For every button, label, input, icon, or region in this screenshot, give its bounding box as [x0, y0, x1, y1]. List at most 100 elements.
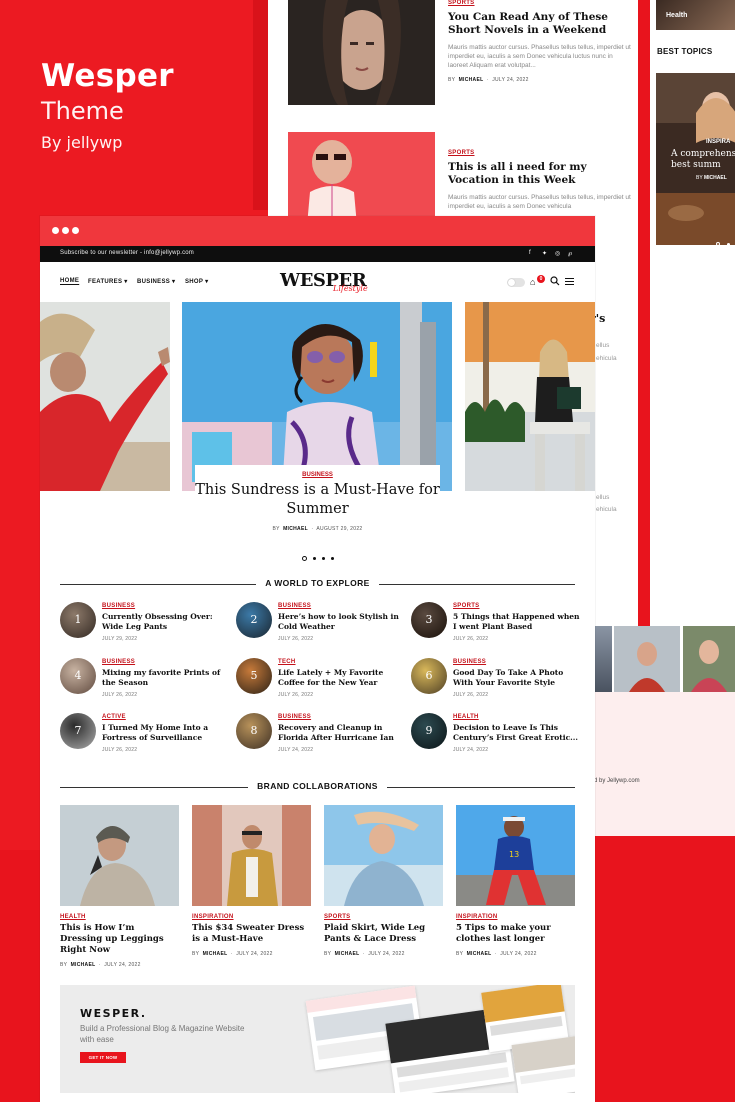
post-title[interactable]: This is all i need for my Vocation in th…: [448, 161, 633, 187]
slider-dots[interactable]: [302, 547, 340, 565]
sidebar-heading: BEST TOPICS: [657, 47, 713, 56]
get-it-now-button[interactable]: GET IT NOW: [80, 1052, 126, 1063]
explore-item-image[interactable]: 1: [60, 602, 96, 638]
explore-item-category[interactable]: BUSINESS: [102, 659, 232, 665]
brand-card-category[interactable]: INSPIRATION: [456, 914, 575, 920]
post-category[interactable]: SPORTS: [448, 150, 633, 156]
explore-item-title[interactable]: Good Day To Take A Photo With Your Favor…: [453, 668, 583, 688]
post-title[interactable]: You Can Read Any of These Short Novels i…: [448, 11, 633, 37]
explore-item[interactable]: 2 BUSINESS Here’s how to look Stylish in C…: [236, 602, 406, 642]
instagram-tile[interactable]: [614, 626, 680, 692]
slider-dot[interactable]: [302, 556, 307, 561]
window-dot-icon[interactable]: [52, 227, 59, 234]
explore-item-title[interactable]: Decision to Leave Is This Century’s Firs…: [453, 723, 583, 743]
explore-item-image[interactable]: 7: [60, 713, 96, 749]
nav-item-features[interactable]: FEATURES ▾: [88, 278, 128, 285]
explore-item[interactable]: 9 HEALTH Decision to Leave Is This Century…: [411, 713, 581, 753]
brand-card-category[interactable]: SPORTS: [324, 914, 443, 920]
brand-card-image[interactable]: [60, 805, 179, 906]
brand-card-image[interactable]: 13: [456, 805, 575, 906]
menu-icon[interactable]: [565, 278, 574, 287]
twitter-icon[interactable]: ✦: [542, 250, 547, 257]
newsletter-text[interactable]: Subscribe to our newsletter - info@jelly…: [60, 250, 194, 256]
sidebar-tag-label[interactable]: Health: [666, 12, 687, 19]
explore-item[interactable]: 4 BUSINESS Mixing my favorite Prints of th…: [60, 658, 230, 698]
sidebar-feature-title[interactable]: A comprehens the best summ: [671, 149, 735, 171]
explore-item-text: BUSINESS Good Day To Take A Photo With Yo…: [453, 659, 583, 698]
explore-item[interactable]: 8 BUSINESS Recovery and Cleanup in Florida…: [236, 713, 406, 753]
explore-item-image[interactable]: 3: [411, 602, 447, 638]
back-post-image[interactable]: [288, 0, 435, 105]
sidebar-feature-category[interactable]: INSPIRA: [706, 139, 730, 145]
brand-card-category[interactable]: INSPIRATION: [192, 914, 311, 920]
hero-category[interactable]: BUSINESS: [195, 465, 440, 478]
facebook-icon[interactable]: f: [529, 250, 531, 256]
explore-item-image[interactable]: 4: [60, 658, 96, 694]
site-logo-swash: Lifestyle: [333, 284, 368, 293]
sidebar-feature-dots[interactable]: [716, 233, 731, 245]
explore-item-title[interactable]: Mixing my favorite Prints of the Season: [102, 668, 232, 688]
brand-card-image[interactable]: [324, 805, 443, 906]
brand-card-title[interactable]: This is How I’m Dressing up Leggings Rig…: [60, 923, 179, 956]
brand-card-title[interactable]: 5 Tips to make your clothes last longer: [456, 923, 575, 945]
sidebar-feature-byline: BY MICHAEL: [696, 175, 727, 181]
explore-item-category[interactable]: BUSINESS: [102, 603, 232, 609]
brand-card-title[interactable]: This $34 Sweater Dress is a Must-Have: [192, 923, 311, 945]
pinterest-icon[interactable]: ℘: [568, 250, 572, 257]
explore-item-title[interactable]: Here’s how to look Stylish in Cold Weath…: [278, 612, 408, 632]
hero-slide-active[interactable]: [182, 302, 452, 491]
slider-dot[interactable]: [322, 557, 325, 560]
slider-dot[interactable]: [331, 557, 334, 560]
instagram-tile[interactable]: [594, 626, 612, 692]
hero-slide-prev[interactable]: [40, 302, 170, 491]
window-dot-icon[interactable]: [72, 227, 79, 234]
explore-item[interactable]: 1 BUSINESS Currently Obsessing Over: Wide …: [60, 602, 230, 642]
brand-card[interactable]: INSPIRATION This $34 Sweater Dress is a …: [192, 805, 311, 957]
window-dot-icon[interactable]: [62, 227, 69, 234]
search-icon[interactable]: [550, 276, 560, 286]
explore-item-image[interactable]: 5: [236, 658, 272, 694]
post-category[interactable]: SPORTS: [448, 0, 633, 6]
explore-item-image[interactable]: 6: [411, 658, 447, 694]
brand-card-title[interactable]: Plaid Skirt, Wide Leg Pants & Lace Dress: [324, 923, 443, 945]
brand-card-image[interactable]: [192, 805, 311, 906]
nav-item-home[interactable]: HOME: [60, 278, 79, 284]
instagram-icon[interactable]: ◎: [555, 250, 560, 257]
explore-item-image[interactable]: 2: [236, 602, 272, 638]
explore-item-date: JULY 26, 2022: [102, 747, 138, 753]
explore-item-category[interactable]: BUSINESS: [453, 659, 583, 665]
brand-card[interactable]: SPORTS Plaid Skirt, Wide Leg Pants & Lac…: [324, 805, 443, 957]
explore-item-category[interactable]: BUSINESS: [278, 714, 408, 720]
sidebar-feature-card[interactable]: INSPIRA A comprehens the best summ BY MI…: [656, 73, 735, 245]
brand-card-category[interactable]: HEALTH: [60, 914, 179, 920]
instagram-tile[interactable]: [683, 626, 735, 692]
back-fragment-text: ellus: [596, 342, 610, 349]
explore-item-image[interactable]: 8: [236, 713, 272, 749]
promo-logo: WESPER.: [80, 1007, 147, 1020]
explore-item[interactable]: 3 SPORTS 5 Things that Happened when I wen…: [411, 602, 581, 642]
nav-item-business[interactable]: BUSINESS ▾: [137, 278, 175, 285]
cart-icon[interactable]: ⌂: [530, 277, 535, 287]
hero-slide-next[interactable]: [465, 302, 595, 491]
brand-card[interactable]: 13 INSPIRATION 5 Tips to make your cloth…: [456, 805, 575, 957]
explore-item-image[interactable]: 9: [411, 713, 447, 749]
explore-item-category[interactable]: ACTIVE: [102, 714, 232, 720]
brand-card[interactable]: HEALTH This is How I’m Dressing up Leggi…: [60, 805, 179, 968]
explore-item-title[interactable]: Currently Obsessing Over: Wide Leg Pants: [102, 612, 232, 632]
explore-item-category[interactable]: SPORTS: [453, 603, 583, 609]
explore-item-category[interactable]: TECH: [278, 659, 408, 665]
hero-title[interactable]: This Sundress is a Must-Have for Summer: [195, 481, 440, 519]
footer-credit: d by Jellywp.com: [594, 778, 640, 784]
explore-item-title[interactable]: I Turned My Home Into a Fortress of Surv…: [102, 723, 232, 743]
explore-item-category[interactable]: HEALTH: [453, 714, 583, 720]
explore-item[interactable]: 6 BUSINESS Good Day To Take A Photo With Y…: [411, 658, 581, 698]
explore-item-title[interactable]: Life Lately + My Favorite Coffee for the…: [278, 668, 408, 688]
explore-item-category[interactable]: BUSINESS: [278, 603, 408, 609]
dark-mode-toggle[interactable]: [507, 278, 525, 287]
nav-item-shop[interactable]: SHOP ▾: [185, 278, 208, 285]
explore-item[interactable]: 5 TECH Life Lately + My Favorite Coffee fo…: [236, 658, 406, 698]
slider-dot[interactable]: [313, 557, 316, 560]
explore-item-title[interactable]: 5 Things that Happened when I went Plant…: [453, 612, 583, 632]
explore-item[interactable]: 7 ACTIVE I Turned My Home Into a Fortress …: [60, 713, 230, 753]
explore-item-title[interactable]: Recovery and Cleanup in Florida After Hu…: [278, 723, 408, 743]
